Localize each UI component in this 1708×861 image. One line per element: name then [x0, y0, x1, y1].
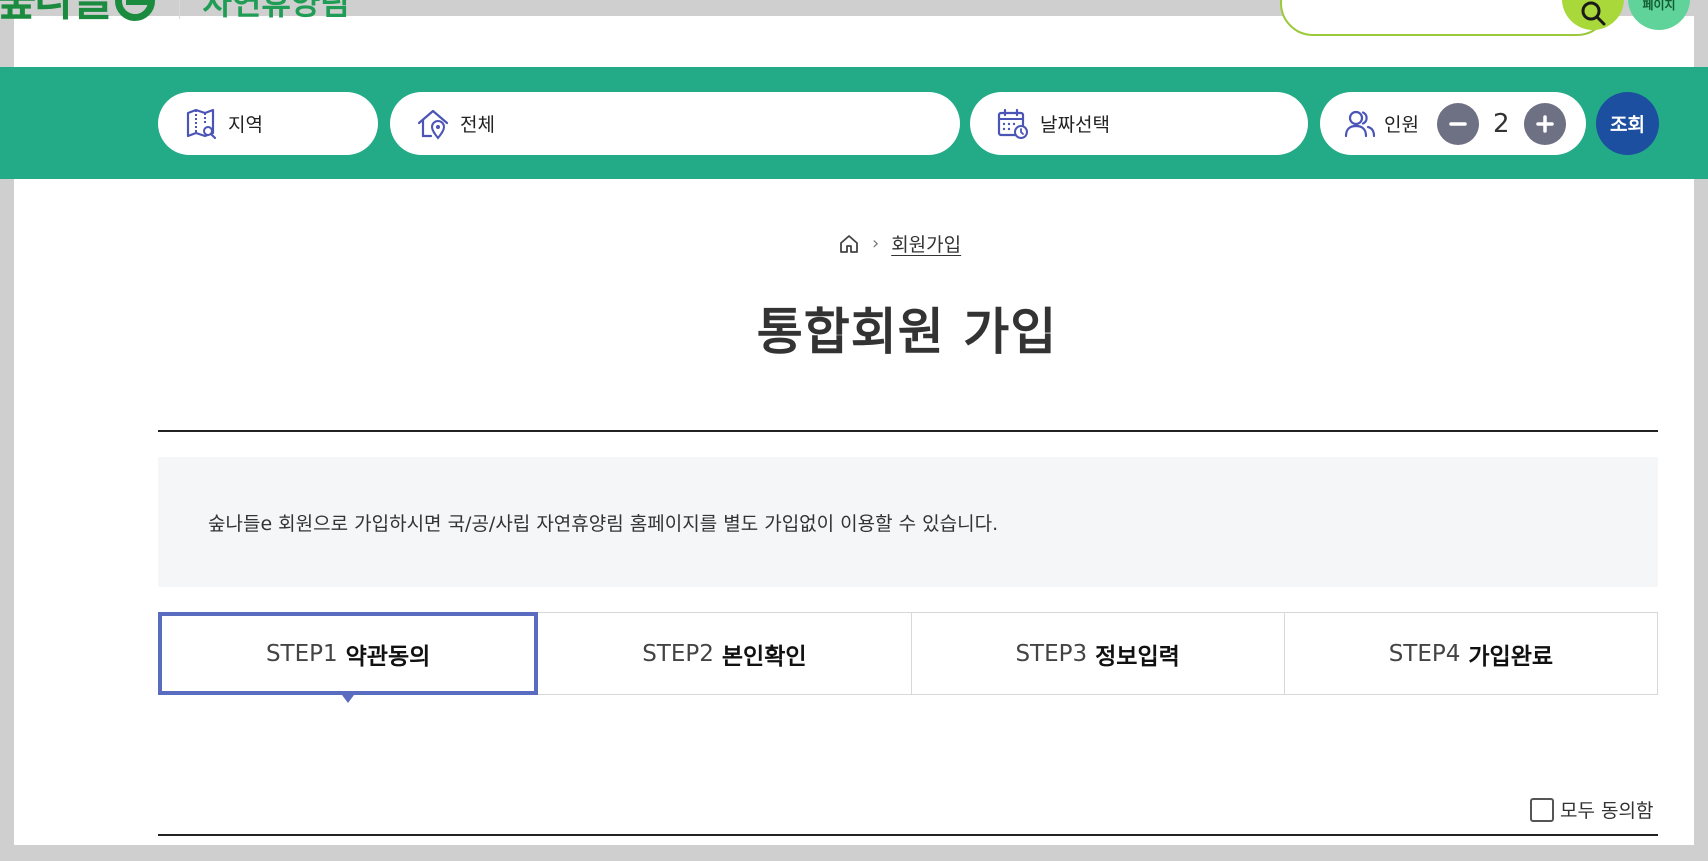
query-button[interactable]: 조회: [1596, 92, 1659, 155]
step-name: 정보입력: [1095, 643, 1180, 670]
breadcrumb-current[interactable]: 회원가입: [891, 230, 961, 257]
decrease-people-button[interactable]: [1436, 102, 1479, 145]
house-pin-icon: [416, 107, 450, 141]
step-number: STEP4: [1388, 640, 1461, 667]
step-number: STEP3: [1015, 640, 1088, 667]
mypage-label-line2: 페이지: [1642, 0, 1676, 12]
facility-label: 전체: [460, 114, 495, 136]
step-2-verify: STEP2 본인확인: [538, 613, 912, 694]
chevron-right-icon: ›: [872, 233, 880, 254]
people-label: 인원: [1384, 114, 1419, 136]
people-icon: [1344, 109, 1376, 139]
search-icon: [1581, 1, 1606, 26]
agree-all-control[interactable]: 모두 동의함: [1530, 796, 1653, 823]
logo-e-icon: [115, 0, 156, 21]
site-title: 자연휴양림: [202, 0, 350, 22]
step-4-complete: STEP4 가입완료: [1285, 613, 1657, 694]
facility-select[interactable]: 전체: [390, 92, 960, 155]
region-select[interactable]: 지역: [158, 92, 378, 155]
people-selector: 인원 2: [1320, 92, 1586, 155]
logo-text: 숲나들: [0, 0, 113, 26]
step-name: 본인확인: [721, 643, 807, 670]
date-label: 날짜선택: [1040, 114, 1110, 136]
step-number: STEP1: [265, 640, 338, 667]
step-number: STEP2: [642, 640, 714, 667]
logo-divider: [179, 0, 181, 19]
step-1-terms: STEP1 약관동의: [158, 612, 539, 695]
page-title: 통합회원 가입: [756, 303, 1058, 361]
signup-steps: STEP1 약관동의 STEP2 본인확인 STEP3 정보입력 STEP4 가…: [158, 612, 1658, 695]
home-icon[interactable]: [838, 233, 860, 255]
agree-all-label: 모두 동의함: [1560, 800, 1654, 822]
site-logo[interactable]: 숲나들 자연휴양림: [0, 0, 350, 24]
title-divider: [158, 430, 1658, 432]
region-label: 지역: [228, 114, 263, 136]
step-name: 가입완료: [1468, 643, 1554, 670]
increase-people-button[interactable]: [1523, 102, 1566, 145]
notice-text: 숲나들e 회원으로 가입하시면 국/공/사립 자연휴양림 홈페이지를 별도 가입…: [208, 512, 999, 535]
map-icon: [184, 107, 218, 141]
step-3-info: STEP3 정보입력: [912, 613, 1285, 694]
header-search-input[interactable]: [1280, 0, 1610, 36]
calendar-icon: [996, 107, 1030, 141]
step-name: 약관동의: [345, 643, 431, 670]
date-select[interactable]: 날짜선택: [970, 92, 1308, 155]
people-count: 2: [1492, 108, 1510, 139]
notice-box: 숲나들e 회원으로 가입하시면 국/공/사립 자연휴양림 홈페이지를 별도 가입…: [158, 457, 1658, 587]
minus-icon: [1449, 121, 1467, 126]
terms-divider: [158, 834, 1658, 836]
breadcrumb: › 회원가입: [838, 230, 961, 257]
agree-all-checkbox[interactable]: [1530, 797, 1554, 822]
plus-icon: [1535, 114, 1554, 133]
